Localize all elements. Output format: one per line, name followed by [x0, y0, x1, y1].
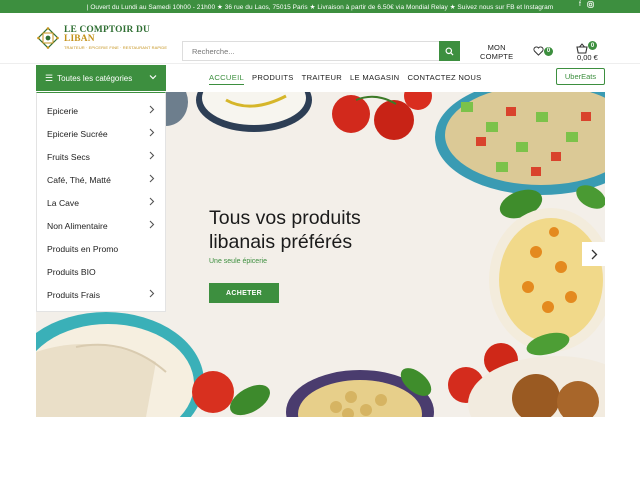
main-navigation: ☰ Toutes les catégories ACCUEIL PRODUITS…: [0, 64, 640, 91]
wishlist-button[interactable]: 0: [533, 46, 553, 56]
menu-links: ACCUEIL PRODUITS TRAITEUR LE MAGASIN CON…: [209, 73, 482, 85]
category-item-la-cave[interactable]: La Cave: [37, 191, 165, 214]
cart-count-badge: 0: [588, 41, 597, 50]
chevron-right-icon: [149, 220, 155, 229]
category-label: Produits Frais: [47, 289, 101, 300]
menu-link-contactez-nous[interactable]: CONTACTEZ NOUS: [407, 73, 481, 85]
account-line2: COMPTE: [480, 51, 514, 61]
top-info-bar: | Ouvert du Lundi au Samedi 10h00 - 21h0…: [0, 0, 640, 13]
chevron-right-icon: [149, 128, 155, 137]
category-item-produits-bio[interactable]: Produits BIO: [37, 260, 165, 283]
category-label: Epicerie Sucrée: [47, 128, 108, 139]
all-categories-label: Toutes les catégories: [57, 73, 133, 83]
category-item-produits-frais[interactable]: Produits Frais: [37, 283, 165, 306]
heart-icon: [533, 46, 544, 56]
logo-subtitle: TRAITEUR · EPICERIE FINE · RESTAURANT RA…: [64, 45, 168, 51]
chevron-down-icon: [149, 75, 157, 80]
category-label: Non Alimentaire: [47, 220, 108, 231]
top-info-message: | Ouvert du Lundi au Samedi 10h00 - 21h0…: [86, 3, 554, 11]
hero-title: Tous vos produits libanais préférés: [209, 206, 361, 254]
all-categories-button[interactable]: ☰ Toutes les catégories: [36, 65, 166, 91]
category-item-epicerie[interactable]: Epicerie: [37, 99, 165, 122]
category-label: Produits en Promo: [47, 243, 119, 254]
chevron-right-icon: [149, 174, 155, 183]
menu-link-accueil[interactable]: ACCUEIL: [209, 73, 245, 85]
category-item-fruits-secs[interactable]: Fruits Secs: [37, 145, 165, 168]
cart-total: 0,00 €: [577, 53, 598, 62]
social-links: f: [579, 1, 594, 10]
chevron-right-icon: [591, 249, 597, 259]
site-header: LE COMPTOIR DU LIBAN TRAITEUR · EPICERIE…: [0, 13, 640, 64]
category-item-cafe-the-matte[interactable]: Café, Thé, Matté: [37, 168, 165, 191]
hero-subtitle: Une seule épicerie: [209, 258, 267, 265]
logo-title-accent: LIBAN: [64, 34, 95, 44]
category-label: Café, Thé, Matté: [47, 174, 111, 185]
search-icon: [445, 46, 454, 56]
chevron-right-icon: [149, 289, 155, 298]
menu-icon: ☰: [45, 72, 54, 83]
menu-link-traiteur[interactable]: TRAITEUR: [302, 73, 342, 85]
category-item-produits-en-promo[interactable]: Produits en Promo: [37, 237, 165, 260]
instagram-icon[interactable]: [587, 1, 594, 10]
search-button[interactable]: [439, 41, 460, 61]
category-item-non-alimentaire[interactable]: Non Alimentaire: [37, 214, 165, 237]
wishlist-count-badge: 0: [544, 46, 553, 56]
hero-title-line1: Tous vos produits: [209, 207, 361, 229]
category-label: Produits BIO: [47, 266, 96, 277]
chevron-right-icon: [149, 105, 155, 114]
hero-title-line2: libanais préférés: [209, 231, 353, 253]
search-bar: [182, 41, 460, 61]
site-logo[interactable]: LE COMPTOIR DU LIBAN TRAITEUR · EPICERIE…: [36, 25, 182, 51]
menu-link-le-magasin[interactable]: LE MAGASIN: [350, 73, 399, 85]
search-input[interactable]: [183, 42, 439, 60]
chevron-right-icon: [149, 197, 155, 206]
slider-next-button[interactable]: [582, 242, 605, 266]
menu-link-produits[interactable]: PRODUITS: [252, 73, 294, 85]
facebook-icon[interactable]: f: [579, 1, 581, 10]
hero-buy-button[interactable]: ACHETER: [209, 283, 279, 303]
logo-emblem-icon: [36, 26, 60, 50]
category-label: Epicerie: [47, 105, 79, 116]
category-label: La Cave: [47, 197, 80, 208]
account-link[interactable]: MON COMPTE: [480, 43, 514, 61]
category-label: Fruits Secs: [47, 151, 90, 162]
ubereats-button[interactable]: UberEats: [556, 68, 605, 85]
chevron-right-icon: [149, 151, 155, 160]
categories-panel: Epicerie Epicerie Sucrée Fruits Secs Caf…: [36, 92, 166, 312]
category-item-epicerie-sucree[interactable]: Epicerie Sucrée: [37, 122, 165, 145]
